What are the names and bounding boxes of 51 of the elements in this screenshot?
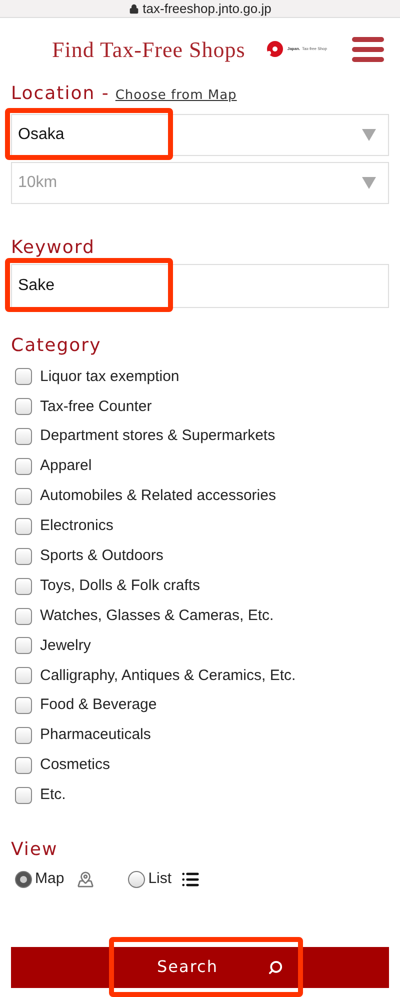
category-label: Food & Beverage: [40, 695, 157, 716]
category-label: Electronics: [40, 516, 114, 536]
checkbox[interactable]: [15, 488, 32, 505]
checkbox[interactable]: [15, 727, 32, 744]
checkbox[interactable]: [15, 667, 32, 684]
section-heading: Keyword: [11, 237, 95, 258]
category-label: Liquor tax exemption: [40, 366, 180, 387]
dropdown-caret-icon: [362, 177, 376, 189]
city-select[interactable]: Osaka: [11, 114, 389, 156]
checkbox[interactable]: [15, 578, 32, 595]
page-title: Find Tax-Free Shops: [52, 36, 246, 64]
dropdown-caret-icon: [362, 129, 376, 141]
map-pin-icon: [77, 871, 94, 888]
checkbox[interactable]: [15, 458, 32, 476]
search-icon: [268, 960, 283, 975]
category-label: Apparel: [40, 456, 92, 476]
section-heading: View: [11, 839, 58, 860]
choose-from-map-link[interactable]: Choose from Map: [115, 86, 237, 106]
category-label: Cosmetics: [40, 755, 110, 776]
checkbox[interactable]: [15, 697, 32, 714]
view-option-label: Map: [35, 869, 64, 890]
checkbox[interactable]: [15, 368, 32, 386]
lock-icon: [128, 4, 139, 14]
url-text[interactable]: tax-freeshop.jnto.go.jp: [142, 2, 272, 15]
category-label: Jewelry: [40, 636, 91, 656]
category-label: Department stores & Supermarkets: [40, 426, 276, 446]
category-label: Calligraphy, Antiques & Ceramics, Etc.: [40, 666, 296, 686]
view-option-label: List: [148, 869, 172, 890]
sakura-logo-icon: [265, 40, 286, 58]
section-heading: Category: [11, 335, 102, 356]
category-label: Pharmaceuticals: [40, 725, 151, 746]
category-label: Automobiles & Related accessories: [40, 486, 276, 506]
checkbox[interactable]: [15, 428, 32, 446]
keyword-field[interactable]: Sake: [11, 264, 389, 308]
checkbox[interactable]: [15, 398, 32, 416]
checkbox[interactable]: [15, 786, 32, 804]
checkbox[interactable]: [15, 548, 32, 565]
checkbox[interactable]: [15, 757, 32, 774]
radio-button[interactable]: [128, 871, 146, 888]
section-heading: Location -: [11, 82, 110, 106]
checkbox[interactable]: [15, 518, 32, 535]
search-button[interactable]: Search: [11, 946, 389, 988]
checkbox[interactable]: [15, 608, 32, 625]
category-label: Etc.: [40, 785, 66, 806]
category-label: Tax-free Counter: [40, 396, 152, 417]
radio-button[interactable]: [15, 871, 32, 888]
category-label: Sports & Outdoors: [40, 546, 164, 566]
category-label: Toys, Dolls & Folk crafts: [40, 576, 200, 596]
checkbox[interactable]: [15, 637, 32, 654]
category-label: Watches, Glasses & Cameras, Etc.: [40, 606, 274, 626]
menu-button[interactable]: [352, 36, 384, 62]
